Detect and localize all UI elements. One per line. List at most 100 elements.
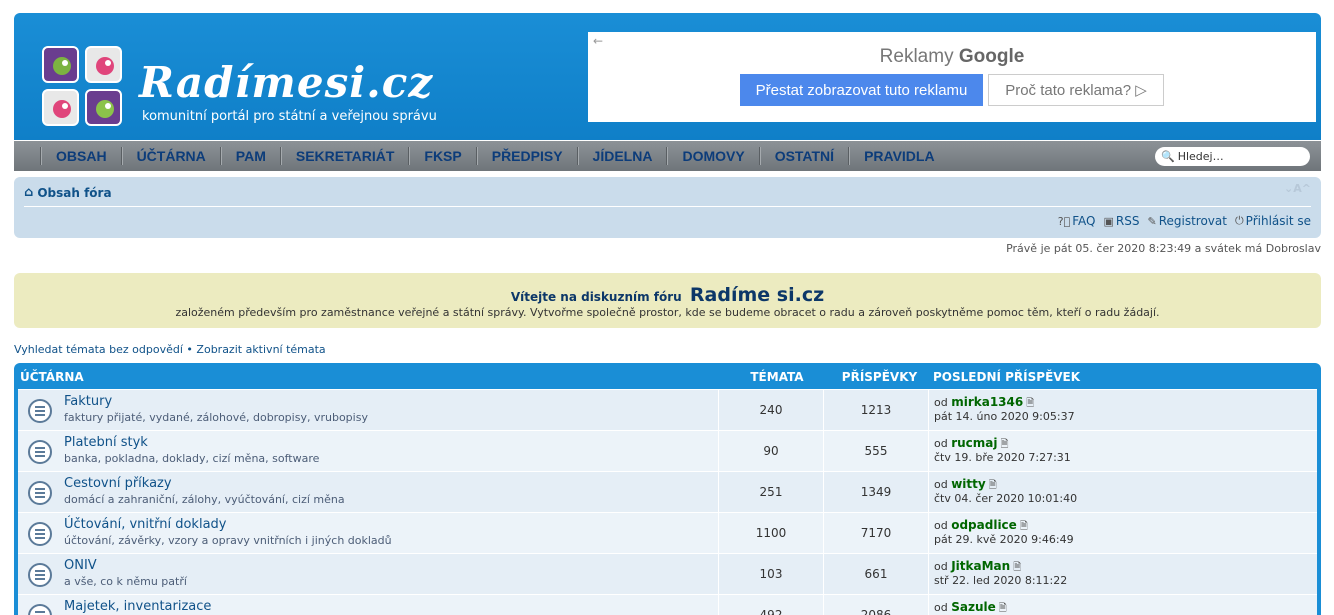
quick-links-separator: • — [186, 343, 193, 356]
nav-separator — [666, 147, 669, 165]
font-size-toggle[interactable]: ⌄A^ — [1284, 182, 1311, 195]
forum-description: banka, pokladna, doklady, cizí měna, sof… — [64, 452, 320, 465]
category-title[interactable]: ÚČTÁRNA — [20, 370, 84, 384]
author-link[interactable]: JitkaMan — [951, 559, 1010, 573]
posts-count: 1213 — [823, 390, 928, 430]
forum-name-link[interactable]: Cestovní příkazy — [64, 476, 172, 491]
forum-row: Faktury faktury přijaté, vydané, zálohov… — [18, 389, 1317, 430]
forum-name-link[interactable]: Majetek, inventarizace — [64, 599, 211, 614]
faq-link[interactable]: ?⃝ FAQ — [1058, 214, 1096, 228]
nav-item-fksp[interactable]: FKSP — [414, 141, 471, 171]
logo-square-icon — [85, 89, 122, 126]
nav-item-predpisy[interactable]: PŘEDPISY — [482, 141, 573, 171]
register-link[interactable]: ✎ Registrovat — [1147, 214, 1226, 228]
last-post: od Sazule 🗎 — [928, 595, 1317, 615]
register-label: Registrovat — [1158, 214, 1227, 228]
goto-post-icon[interactable]: 🗎 — [1001, 439, 1009, 450]
help-icon: ?⃝ — [1057, 214, 1071, 228]
goto-post-icon[interactable]: 🗎 — [999, 603, 1007, 614]
google-ad: ← Reklamy Google Přestat zobrazovat tuto… — [588, 32, 1316, 122]
nav-item-obsah[interactable]: OBSAH — [46, 141, 117, 171]
topics-count: 90 — [718, 431, 823, 471]
breadcrumb-home[interactable]: Obsah fóra — [37, 186, 111, 200]
author-link[interactable]: odpadlice — [951, 518, 1017, 532]
nav-items: OBSAH ÚČTÁRNA PAM SEKRETARIÁT FKSP PŘEDP… — [36, 141, 945, 171]
logo-square-icon — [85, 46, 122, 83]
logo-icon[interactable] — [42, 46, 124, 128]
nav-item-uctarna[interactable]: ÚČTÁRNA — [127, 141, 216, 171]
nav-item-ostatni[interactable]: OSTATNÍ — [765, 141, 844, 171]
by-prefix: od — [934, 437, 948, 450]
logo-square-icon — [42, 46, 79, 83]
nav-separator — [120, 147, 123, 165]
col-topics-header: TÉMATA — [750, 370, 804, 384]
nav-item-pravidla[interactable]: PRAVIDLA — [854, 141, 945, 171]
last-post-author: od Sazule 🗎 — [934, 600, 1007, 615]
search-input[interactable]: 🔍 Hledej… — [1155, 147, 1310, 166]
welcome-prefix: Vítejte na diskuzním fóru — [510, 290, 682, 304]
last-post: od rucmaj 🗎 čtv 19. bře 2020 7:27:31 — [928, 431, 1317, 471]
nav-separator — [408, 147, 411, 165]
author-link[interactable]: rucmaj — [951, 436, 997, 450]
forum-name-link[interactable]: Účtování, vnitřní doklady — [64, 517, 227, 532]
search-placeholder: Hledej… — [1177, 150, 1224, 163]
author-link[interactable]: Sazule — [951, 600, 996, 614]
site-header: Radímesi.cz komunitní portál pro státní … — [14, 13, 1321, 140]
nav-item-domovy[interactable]: DOMOVY — [672, 141, 754, 171]
author-link[interactable]: mirka1346 — [951, 395, 1023, 409]
nav-item-pam[interactable]: PAM — [226, 141, 276, 171]
forum-description: a vše, co k němu patří — [64, 575, 187, 588]
topics-count: 240 — [718, 390, 823, 430]
posts-count: 555 — [823, 431, 928, 471]
user-links: ?⃝ FAQ ▣ RSS ✎ Registrovat ⏻ Přihlásit se — [1058, 214, 1311, 228]
goto-post-icon[interactable]: 🗎 — [1020, 521, 1028, 532]
forum-category: ÚČTÁRNA TÉMATA PŘÍSPĚVKY POSLEDNÍ PŘÍSPĚ… — [14, 363, 1321, 615]
active-topics-link[interactable]: Zobrazit aktivní témata — [196, 343, 325, 356]
last-post-time: stř 22. led 2020 8:11:22 — [934, 574, 1068, 587]
nav-item-sekretariat[interactable]: SEKRETARIÁT — [286, 141, 405, 171]
ad-title-brand: Google — [958, 46, 1025, 67]
nav-separator — [219, 147, 222, 165]
nav-separator — [40, 147, 42, 165]
unanswered-link[interactable]: Vyhledat témata bez odpovědí — [14, 343, 183, 356]
rss-icon: ▣ — [1103, 214, 1114, 228]
welcome-box: Vítejte na diskuzním fóru Radíme si.cz z… — [14, 273, 1321, 328]
forum-row: Cestovní příkazy domácí a zahraniční, zá… — [18, 471, 1317, 512]
forum-read-icon — [28, 604, 52, 615]
welcome-heading: Vítejte na diskuzním fóru Radíme si.cz — [14, 284, 1321, 306]
topics-count: 492 — [718, 595, 823, 615]
by-prefix: od — [934, 601, 948, 614]
quick-links: Vyhledat témata bez odpovědí • Zobrazit … — [14, 343, 326, 356]
login-label: Přihlásit se — [1245, 214, 1311, 228]
goto-post-icon[interactable]: 🗎 — [1013, 562, 1021, 573]
author-link[interactable]: witty — [951, 477, 986, 491]
posts-count: 7170 — [823, 513, 928, 553]
ad-why-button[interactable]: Proč tato reklama? ▷ — [988, 74, 1164, 106]
last-post-time: čtv 19. bře 2020 7:27:31 — [934, 451, 1071, 464]
forum-row: ONIV a vše, co k němu patří 103 661 od J… — [18, 553, 1317, 594]
search-icon: 🔍 — [1161, 150, 1175, 163]
col-posts-header: PŘÍSPĚVKY — [841, 370, 918, 384]
ad-stop-button[interactable]: Přestat zobrazovat tuto reklamu — [740, 74, 983, 106]
last-post-time: čtv 04. čer 2020 10:01:40 — [934, 492, 1078, 505]
logo-square-icon — [42, 89, 79, 126]
forum-name-link[interactable]: Faktury — [64, 394, 112, 409]
forum-header: ÚČTÁRNA TÉMATA PŘÍSPĚVKY POSLEDNÍ PŘÍSPĚ… — [18, 363, 1317, 389]
nav-separator — [758, 147, 761, 165]
rss-link[interactable]: ▣ RSS — [1104, 214, 1140, 228]
login-link[interactable]: ⏻ Přihlásit se — [1235, 214, 1311, 228]
forum-read-icon — [28, 481, 52, 505]
forum-read-icon — [28, 399, 52, 423]
by-prefix: od — [934, 519, 948, 532]
goto-post-icon[interactable]: 🗎 — [989, 480, 997, 491]
logo-title[interactable]: Radímesi.cz — [139, 58, 433, 107]
nav-item-jidelna[interactable]: JÍDELNA — [583, 141, 663, 171]
goto-post-icon[interactable]: 🗎 — [1026, 398, 1034, 409]
last-post: od JitkaMan 🗎 stř 22. led 2020 8:11:22 — [928, 554, 1317, 594]
nav-separator — [576, 147, 579, 165]
forum-name-link[interactable]: Platební styk — [64, 435, 148, 450]
forum-read-icon — [28, 522, 52, 546]
forum-name-link[interactable]: ONIV — [64, 558, 97, 573]
forum-description: domácí a zahraniční, zálohy, vyúčtování,… — [64, 493, 345, 506]
breadcrumb[interactable]: ⌂ Obsah fóra — [24, 185, 112, 200]
